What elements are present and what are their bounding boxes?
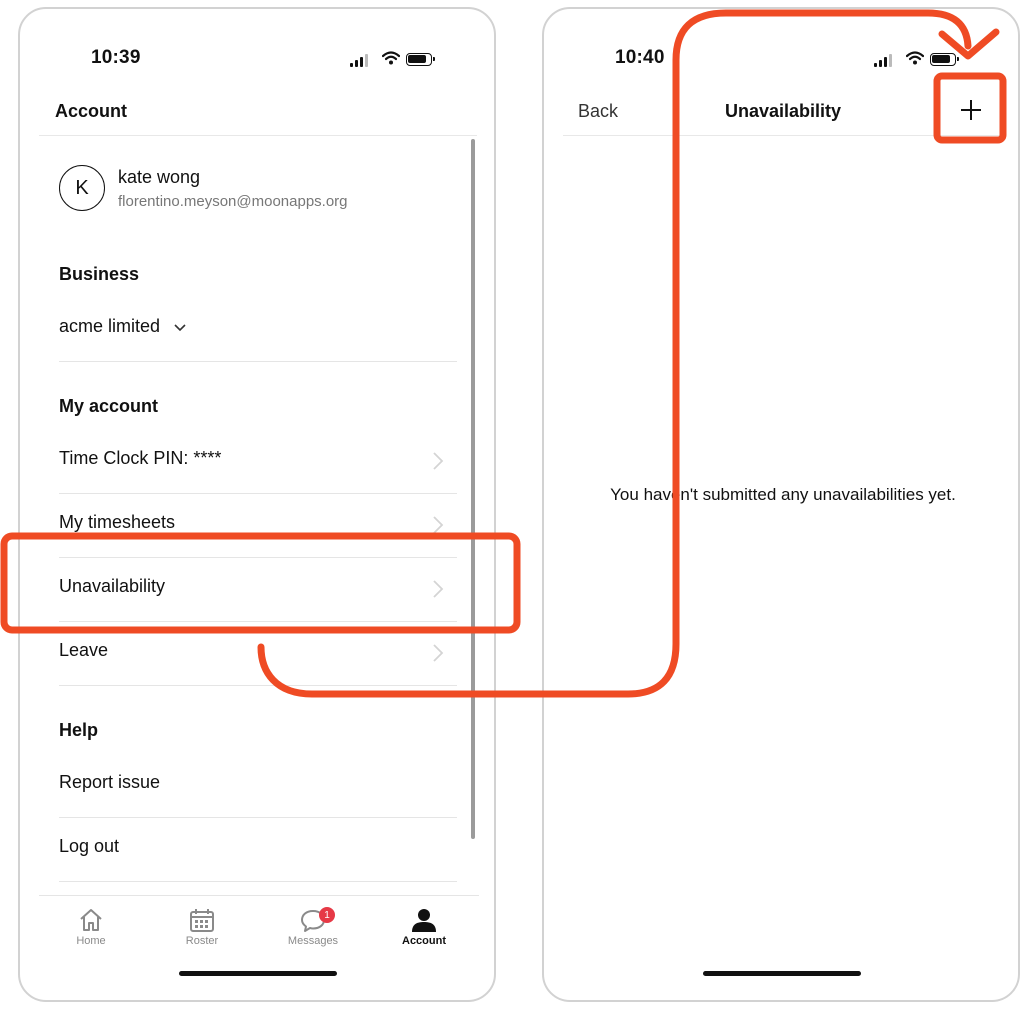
battery-icon xyxy=(930,53,959,66)
tabbar-divider xyxy=(39,895,479,896)
wifi-icon xyxy=(906,51,924,65)
menu-item-label: Time Clock PIN: **** xyxy=(59,448,222,468)
status-time: 10:40 xyxy=(615,47,665,68)
status-icons xyxy=(350,51,440,67)
scrollbar[interactable] xyxy=(471,139,475,839)
home-indicator xyxy=(703,971,861,976)
chevron-right-icon xyxy=(433,644,444,662)
unavailability-screen: 10:40 Unavailability Back You haven't su… xyxy=(542,7,1020,1002)
status-icons xyxy=(874,51,964,67)
tab-home[interactable]: Home xyxy=(51,907,131,947)
menu-item-label: Report issue xyxy=(59,772,161,792)
plus-icon[interactable] xyxy=(956,95,986,125)
business-selector[interactable]: acme limited xyxy=(59,298,457,362)
home-indicator xyxy=(179,971,337,976)
menu-item-my-timesheets[interactable]: My timesheets xyxy=(59,494,457,558)
menu-item-label: My timesheets xyxy=(59,512,176,532)
menu-item-report-issue[interactable]: Report issue xyxy=(59,754,457,818)
menu-item-label: Log out xyxy=(59,836,120,856)
header-divider xyxy=(563,135,1001,136)
chevron-down-icon xyxy=(174,324,186,332)
menu-item-time-clock-pin[interactable]: Time Clock PIN: **** xyxy=(59,430,457,494)
avatar: K xyxy=(59,165,105,211)
back-button[interactable]: Back xyxy=(578,101,618,122)
menu-item-label: Unavailability xyxy=(59,576,166,596)
calendar-icon xyxy=(190,909,214,932)
chevron-right-icon xyxy=(433,452,444,470)
menu-item-log-out[interactable]: Log out xyxy=(59,818,457,882)
unread-badge: 1 xyxy=(319,907,335,923)
menu-item-unavailability[interactable]: Unavailability xyxy=(59,558,457,622)
user-email: florentino.meyson@moonapps.org xyxy=(118,193,348,210)
chevron-right-icon xyxy=(433,516,444,534)
person-icon xyxy=(412,909,436,932)
tab-label: Account xyxy=(402,935,446,947)
tab-label: Roster xyxy=(185,935,219,947)
empty-state-message: You haven't submitted any unavailabiliti… xyxy=(610,485,956,504)
business-heading: Business xyxy=(59,264,140,284)
help-heading: Help xyxy=(59,720,99,740)
home-icon xyxy=(80,909,102,931)
wifi-icon xyxy=(382,51,400,65)
tab-messages[interactable]: 1 Messages xyxy=(273,907,353,947)
menu-item-label: Leave xyxy=(59,640,109,660)
menu-item-leave[interactable]: Leave xyxy=(59,622,457,686)
business-value: acme limited xyxy=(59,316,161,336)
my-account-heading: My account xyxy=(59,396,159,416)
chevron-right-icon xyxy=(433,580,444,598)
tab-account[interactable]: Account xyxy=(384,907,464,947)
status-time: 10:39 xyxy=(91,47,141,68)
page-title: Account xyxy=(55,101,127,121)
header-divider xyxy=(39,135,477,136)
tab-label: Messages xyxy=(287,935,339,947)
account-screen: 10:39 Account K kate wong florentino.mey… xyxy=(18,7,496,1002)
tab-roster[interactable]: Roster xyxy=(162,907,242,947)
battery-icon xyxy=(406,53,435,66)
tab-label: Home xyxy=(76,935,106,947)
user-name: kate wong xyxy=(118,167,201,187)
